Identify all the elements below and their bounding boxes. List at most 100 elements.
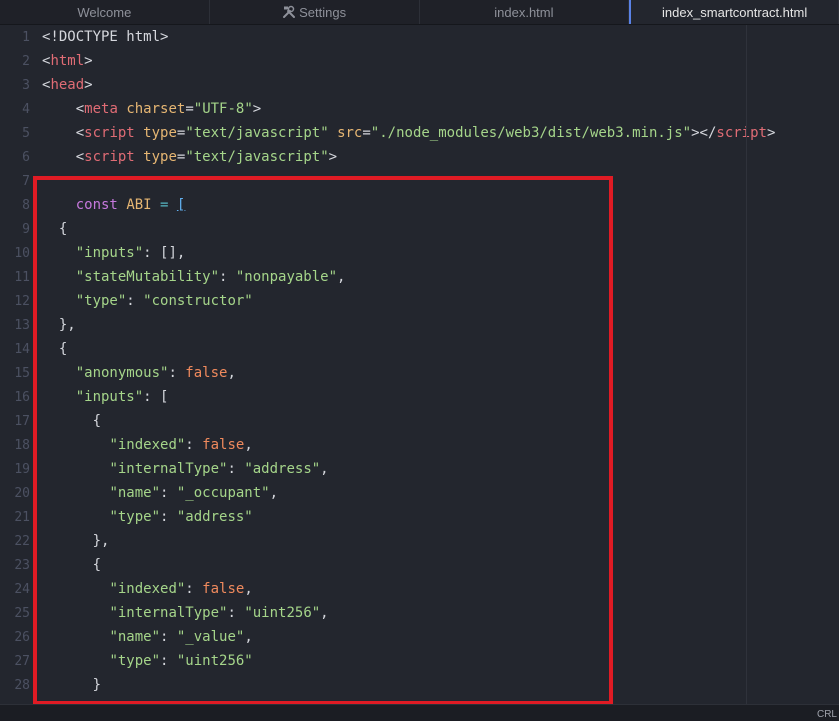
line-number: 14 — [14, 341, 30, 357]
line-number: 13 — [14, 317, 30, 333]
code-token: , — [269, 485, 279, 501]
code-token: < — [42, 101, 85, 117]
code-token: "indexed" — [109, 437, 186, 453]
code-token: , — [337, 269, 346, 285]
code-token: "_value" — [176, 629, 245, 645]
line-number: 4 — [22, 101, 30, 117]
code-text: { — [42, 557, 101, 573]
code-token: html — [50, 53, 85, 69]
code-text: { — [42, 341, 67, 357]
line-number: 17 — [14, 413, 30, 429]
line-number: 8 — [22, 197, 30, 213]
code-token: meta — [84, 101, 118, 117]
code-token: : — [160, 629, 177, 645]
code-line[interactable]: 18 "indexed": false, — [0, 433, 839, 457]
code-text: <meta charset="UTF-8"> — [42, 101, 262, 117]
line-number: 22 — [14, 533, 30, 549]
tab-label: Settings — [299, 4, 347, 20]
code-line[interactable]: 24 "indexed": false, — [0, 577, 839, 601]
code-token: < — [42, 125, 85, 141]
line-number: 1 — [22, 29, 30, 45]
code-token: "stateMutability" — [75, 269, 220, 285]
code-token: = — [185, 101, 194, 117]
line-number: 6 — [22, 149, 30, 165]
code-token: script — [84, 149, 135, 165]
code-line[interactable]: 23 { — [0, 553, 839, 577]
code-line[interactable]: 9 { — [0, 217, 839, 241]
code-line[interactable]: 5 <script type="text/javascript" src="./… — [0, 121, 839, 145]
code-line[interactable]: 17 { — [0, 409, 839, 433]
code-token: , — [320, 461, 329, 477]
code-text: "type": "constructor" — [42, 293, 253, 309]
code-token: : — [227, 461, 245, 477]
tab-welcome[interactable]: Welcome — [0, 0, 210, 24]
code-line[interactable]: 10 "inputs": [], — [0, 241, 839, 265]
code-text: }, — [42, 317, 76, 333]
code-token: "name" — [109, 629, 161, 645]
code-text: "type": "address" — [42, 509, 252, 525]
line-number: 25 — [14, 605, 30, 621]
code-line[interactable]: 28 } — [0, 673, 839, 697]
code-token: "_occupant" — [176, 485, 270, 501]
code-line[interactable]: 7 — [0, 169, 839, 193]
tab-settings[interactable]: Settings — [209, 0, 420, 24]
code-line[interactable]: 21 "type": "address" — [0, 505, 839, 529]
code-line[interactable]: 2 <html> — [0, 49, 839, 73]
tab-label: Welcome — [77, 4, 132, 20]
tab-index-smartcontract[interactable]: index_smartcontract.html — [629, 0, 839, 24]
code-line[interactable]: 3 <head> — [0, 73, 839, 97]
code-line[interactable]: 8 const ABI = [ — [0, 193, 839, 217]
code-text: "name": "_occupant", — [42, 485, 278, 501]
code-line[interactable]: 12 "type": "constructor" — [0, 289, 839, 313]
code-token: "indexed" — [109, 581, 186, 597]
code-line[interactable]: 25 "internalType": "uint256", — [0, 601, 839, 625]
tab-index-html[interactable]: index.html — [419, 0, 630, 24]
code-line[interactable]: 22 }, — [0, 529, 839, 553]
code-token: , — [244, 581, 253, 597]
code-editor[interactable]: 1 <!DOCTYPE html> 2 <html> 3 <head> 4 <meta ch… — [0, 25, 839, 704]
code-token: { — [42, 413, 102, 429]
code-token: "text/javascript" — [185, 149, 329, 165]
tab-label: index_smartcontract.html — [662, 4, 808, 20]
line-number: 21 — [14, 509, 30, 525]
code-text: "indexed": false, — [42, 581, 253, 597]
code-token: : — [185, 437, 203, 453]
code-line[interactable]: 14 { — [0, 337, 839, 361]
code-text: { — [42, 413, 101, 429]
code-line[interactable]: 27 "type": "uint256" — [0, 649, 839, 673]
code-token: script — [84, 125, 135, 141]
code-token: > — [252, 101, 262, 117]
code-line[interactable]: 1 <!DOCTYPE html> — [0, 25, 839, 49]
code-text: <!DOCTYPE html> — [42, 29, 168, 45]
code-token: ABI — [126, 197, 152, 213]
line-number: 28 — [14, 677, 30, 693]
code-text: "stateMutability": "nonpayable", — [42, 269, 346, 285]
code-text: <script type="text/javascript"> — [42, 149, 337, 165]
code-token: head — [50, 77, 85, 93]
code-line[interactable]: 15 "anonymous": false, — [0, 361, 839, 385]
code-token: { — [42, 557, 102, 573]
code-line[interactable]: 26 "name": "_value", — [0, 625, 839, 649]
code-line[interactable]: 16 "inputs": [ — [0, 385, 839, 409]
code-token: "type" — [75, 293, 127, 309]
code-token: "inputs" — [75, 245, 144, 261]
code-token: } — [42, 677, 102, 693]
code-line[interactable]: 6 <script type="text/javascript"> — [0, 145, 839, 169]
code-text: "type": "uint256" — [42, 653, 252, 669]
settings-icon — [282, 5, 296, 19]
code-line[interactable]: 4 <meta charset="UTF-8"> — [0, 97, 839, 121]
code-line[interactable]: 13 }, — [0, 313, 839, 337]
line-number: 2 — [22, 53, 30, 69]
code-text: <head> — [42, 77, 93, 93]
code-line[interactable]: 19 "internalType": "address", — [0, 457, 839, 481]
code-line[interactable]: 20 "name": "_occupant", — [0, 481, 839, 505]
code-line[interactable]: 11 "stateMutability": "nonpayable", — [0, 265, 839, 289]
code-text: }, — [42, 533, 110, 549]
code-token: : [ — [143, 389, 169, 405]
status-encoding[interactable]: CRL — [817, 709, 837, 720]
